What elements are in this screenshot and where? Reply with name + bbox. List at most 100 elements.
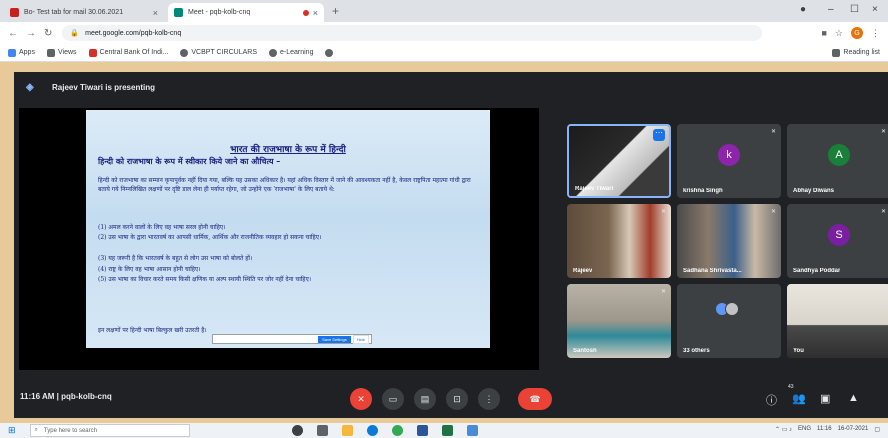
captions-button[interactable]: ▤ (414, 388, 436, 410)
present-button[interactable]: ⊡ (446, 388, 468, 410)
new-tab-button[interactable]: + (332, 4, 339, 18)
profile-dot-icon[interactable]: ● (800, 4, 806, 15)
url-text: meet.google.com/pqb-kolb-cnq (85, 29, 182, 37)
participant-name: Rajeev (573, 268, 593, 274)
meeting-controls: 11:16 AM | pqb-kolb-cnq ✕ ▭ ▤ ⊡ ⋮ ☎ ⓘ 43… (14, 378, 888, 418)
toolbar-actions: ■ ☆ G ⋮ (821, 27, 888, 39)
hide-button[interactable]: Hide (352, 334, 369, 344)
word-icon[interactable] (417, 425, 428, 436)
self-video (787, 284, 888, 358)
participant-name: krishna Singh (683, 188, 723, 194)
windows-start-icon[interactable]: ⊞ (8, 425, 16, 436)
participant-video (677, 204, 781, 278)
system-tray: ⌃ ▭ ♪ ENG 11:16 16-07-2021 ▢ (775, 426, 880, 433)
taskbar-search[interactable]: ⌕ Type here to search (29, 424, 190, 437)
tray-icons[interactable]: ⌃ ▭ ♪ (775, 426, 792, 433)
back-icon[interactable]: ← (8, 28, 18, 39)
participant-avatar: S (828, 224, 850, 246)
slide-point: (3) यह जरूरी है कि भारतवर्ष के बहुत से ल… (98, 255, 253, 262)
participant-tile[interactable]: 33 others (677, 284, 781, 358)
participant-tile[interactable]: ✕ S Sandhya Poddar (787, 204, 888, 278)
close-tab-icon[interactable]: × (153, 8, 158, 18)
slide-paragraph: हिन्दी को राजभाषा का सम्मान कृपापूर्वक न… (98, 177, 471, 193)
people-icon[interactable]: 👥 (792, 392, 806, 405)
profile-avatar[interactable]: G (851, 27, 863, 39)
views-icon (46, 48, 55, 57)
close-tab-icon[interactable]: × (313, 8, 318, 18)
activities-icon[interactable]: ▲ (848, 392, 859, 404)
meeting-details-icon[interactable]: ⓘ (766, 392, 777, 408)
leave-call-button[interactable]: ☎ (518, 388, 552, 410)
browser-tabstrip: Bo- Test tab for mail 30.06.2021 × Meet … (0, 0, 888, 22)
maximize-icon[interactable]: ☐ (850, 4, 859, 15)
more-options-icon[interactable]: ⋯ (653, 129, 665, 141)
participant-tile[interactable]: ✕ Rajeev (567, 204, 671, 278)
participant-name: Sandhya Poddar (793, 268, 841, 274)
taskbar: ⊞ ⌕ Type here to search ⌃ ▭ ♪ ENG 11:16 … (0, 423, 888, 438)
shared-screen[interactable]: भारत की राजभाषा के रूप में हिन्दी हिन्दी… (19, 108, 539, 370)
address-bar[interactable]: 🔒 meet.google.com/pqb-kolb-cnq (62, 25, 763, 41)
notifications-icon[interactable]: ▢ (874, 426, 880, 433)
task-view-icon[interactable] (317, 425, 328, 436)
presenting-text: Rajeev Tiwari is presenting (52, 82, 156, 92)
clock-date[interactable]: 16-07-2021 (838, 426, 869, 433)
excel-icon[interactable] (442, 425, 453, 436)
clock-time[interactable]: 11:16 (817, 426, 832, 433)
menu-icon[interactable]: ⋮ (871, 28, 880, 39)
camera-indicator-icon[interactable]: ■ (821, 28, 826, 38)
avatar (725, 302, 739, 316)
reload-icon[interactable]: ↻ (44, 28, 52, 39)
participant-tile[interactable]: ✕ Sadhana Shrivasta... (677, 204, 781, 278)
save-settings-button[interactable]: Save Settings (318, 335, 351, 343)
recording-dot-icon (302, 9, 309, 16)
taskbar-apps (292, 425, 478, 436)
reading-list[interactable]: Reading list (832, 48, 888, 57)
bookmark-apps[interactable]: Apps (8, 48, 35, 57)
camera-button[interactable]: ▭ (382, 388, 404, 410)
participant-name: You (793, 348, 804, 354)
more-options-button[interactable]: ⋮ (478, 388, 500, 410)
meeting-code: pqb-kolb-cnq (61, 392, 112, 401)
globe-icon (180, 48, 189, 57)
language-indicator[interactable]: ENG (798, 426, 811, 433)
presenting-icon: ◈ (26, 82, 34, 93)
bookmark-circulars[interactable]: VCBPT CIRCULARS (180, 48, 257, 57)
meet-favicon-icon (174, 8, 183, 17)
app-icon[interactable] (467, 425, 478, 436)
bookmark-globe[interactable] (325, 48, 334, 57)
participant-name: Sadhana Shrivasta... (683, 268, 742, 274)
bookmark-elearning[interactable]: e-Learning (269, 48, 313, 57)
bookmark-central-bank[interactable]: Central Bank Of Indi... (88, 48, 168, 57)
mic-off-icon: ✕ (880, 209, 886, 215)
chrome-icon[interactable] (392, 425, 403, 436)
minimize-icon[interactable]: – (828, 4, 834, 15)
mic-off-button[interactable]: ✕ (350, 388, 372, 410)
slide-title: भारत की राजभाषा के रूप में हिन्दी (230, 145, 346, 155)
participant-tile[interactable]: ✕ A Abhay Diwans (787, 124, 888, 198)
cortana-icon[interactable] (292, 425, 303, 436)
browser-tab-inactive[interactable]: Bo- Test tab for mail 30.06.2021 × (4, 3, 164, 22)
globe-icon (269, 48, 277, 57)
forward-icon[interactable]: → (26, 28, 36, 39)
edge-icon[interactable] (367, 425, 378, 436)
chat-icon[interactable]: ▣ (820, 392, 830, 405)
participant-tile[interactable]: ✕ k krishna Singh (677, 124, 781, 198)
bookmark-views[interactable]: Views (46, 48, 77, 57)
browser-tab-active[interactable]: Meet - pqb-kolb-cnq × (168, 3, 324, 22)
star-icon[interactable]: ☆ (835, 28, 843, 39)
participant-tile-self[interactable]: You (787, 284, 888, 358)
slide-point: (5) उस भाषा का विचार करते समय किसी क्षणि… (98, 276, 312, 283)
reading-list-icon (832, 48, 841, 57)
slide-point: (2) उस भाषा के द्वारा भारतवर्ष का आपसी ध… (98, 234, 322, 241)
participant-video (567, 284, 671, 358)
participant-name: Rajeev Tiwari (575, 186, 614, 192)
tab-title: Bo- Test tab for mail 30.06.2021 (24, 9, 124, 16)
file-explorer-icon[interactable] (342, 425, 353, 436)
slide-points: (1) अमल करने वालों के लिए वह भाषा सरल हो… (98, 222, 480, 295)
people-count: 43 (788, 384, 794, 390)
bank-icon (88, 48, 97, 57)
close-window-icon[interactable]: × (872, 4, 878, 15)
participant-tile[interactable]: ⋯ Rajeev Tiwari (567, 124, 671, 198)
slide-point: (1) अमल करने वालों के लिए वह भाषा सरल हो… (98, 224, 226, 231)
participant-tile[interactable]: ✕ Santosh (567, 284, 671, 358)
